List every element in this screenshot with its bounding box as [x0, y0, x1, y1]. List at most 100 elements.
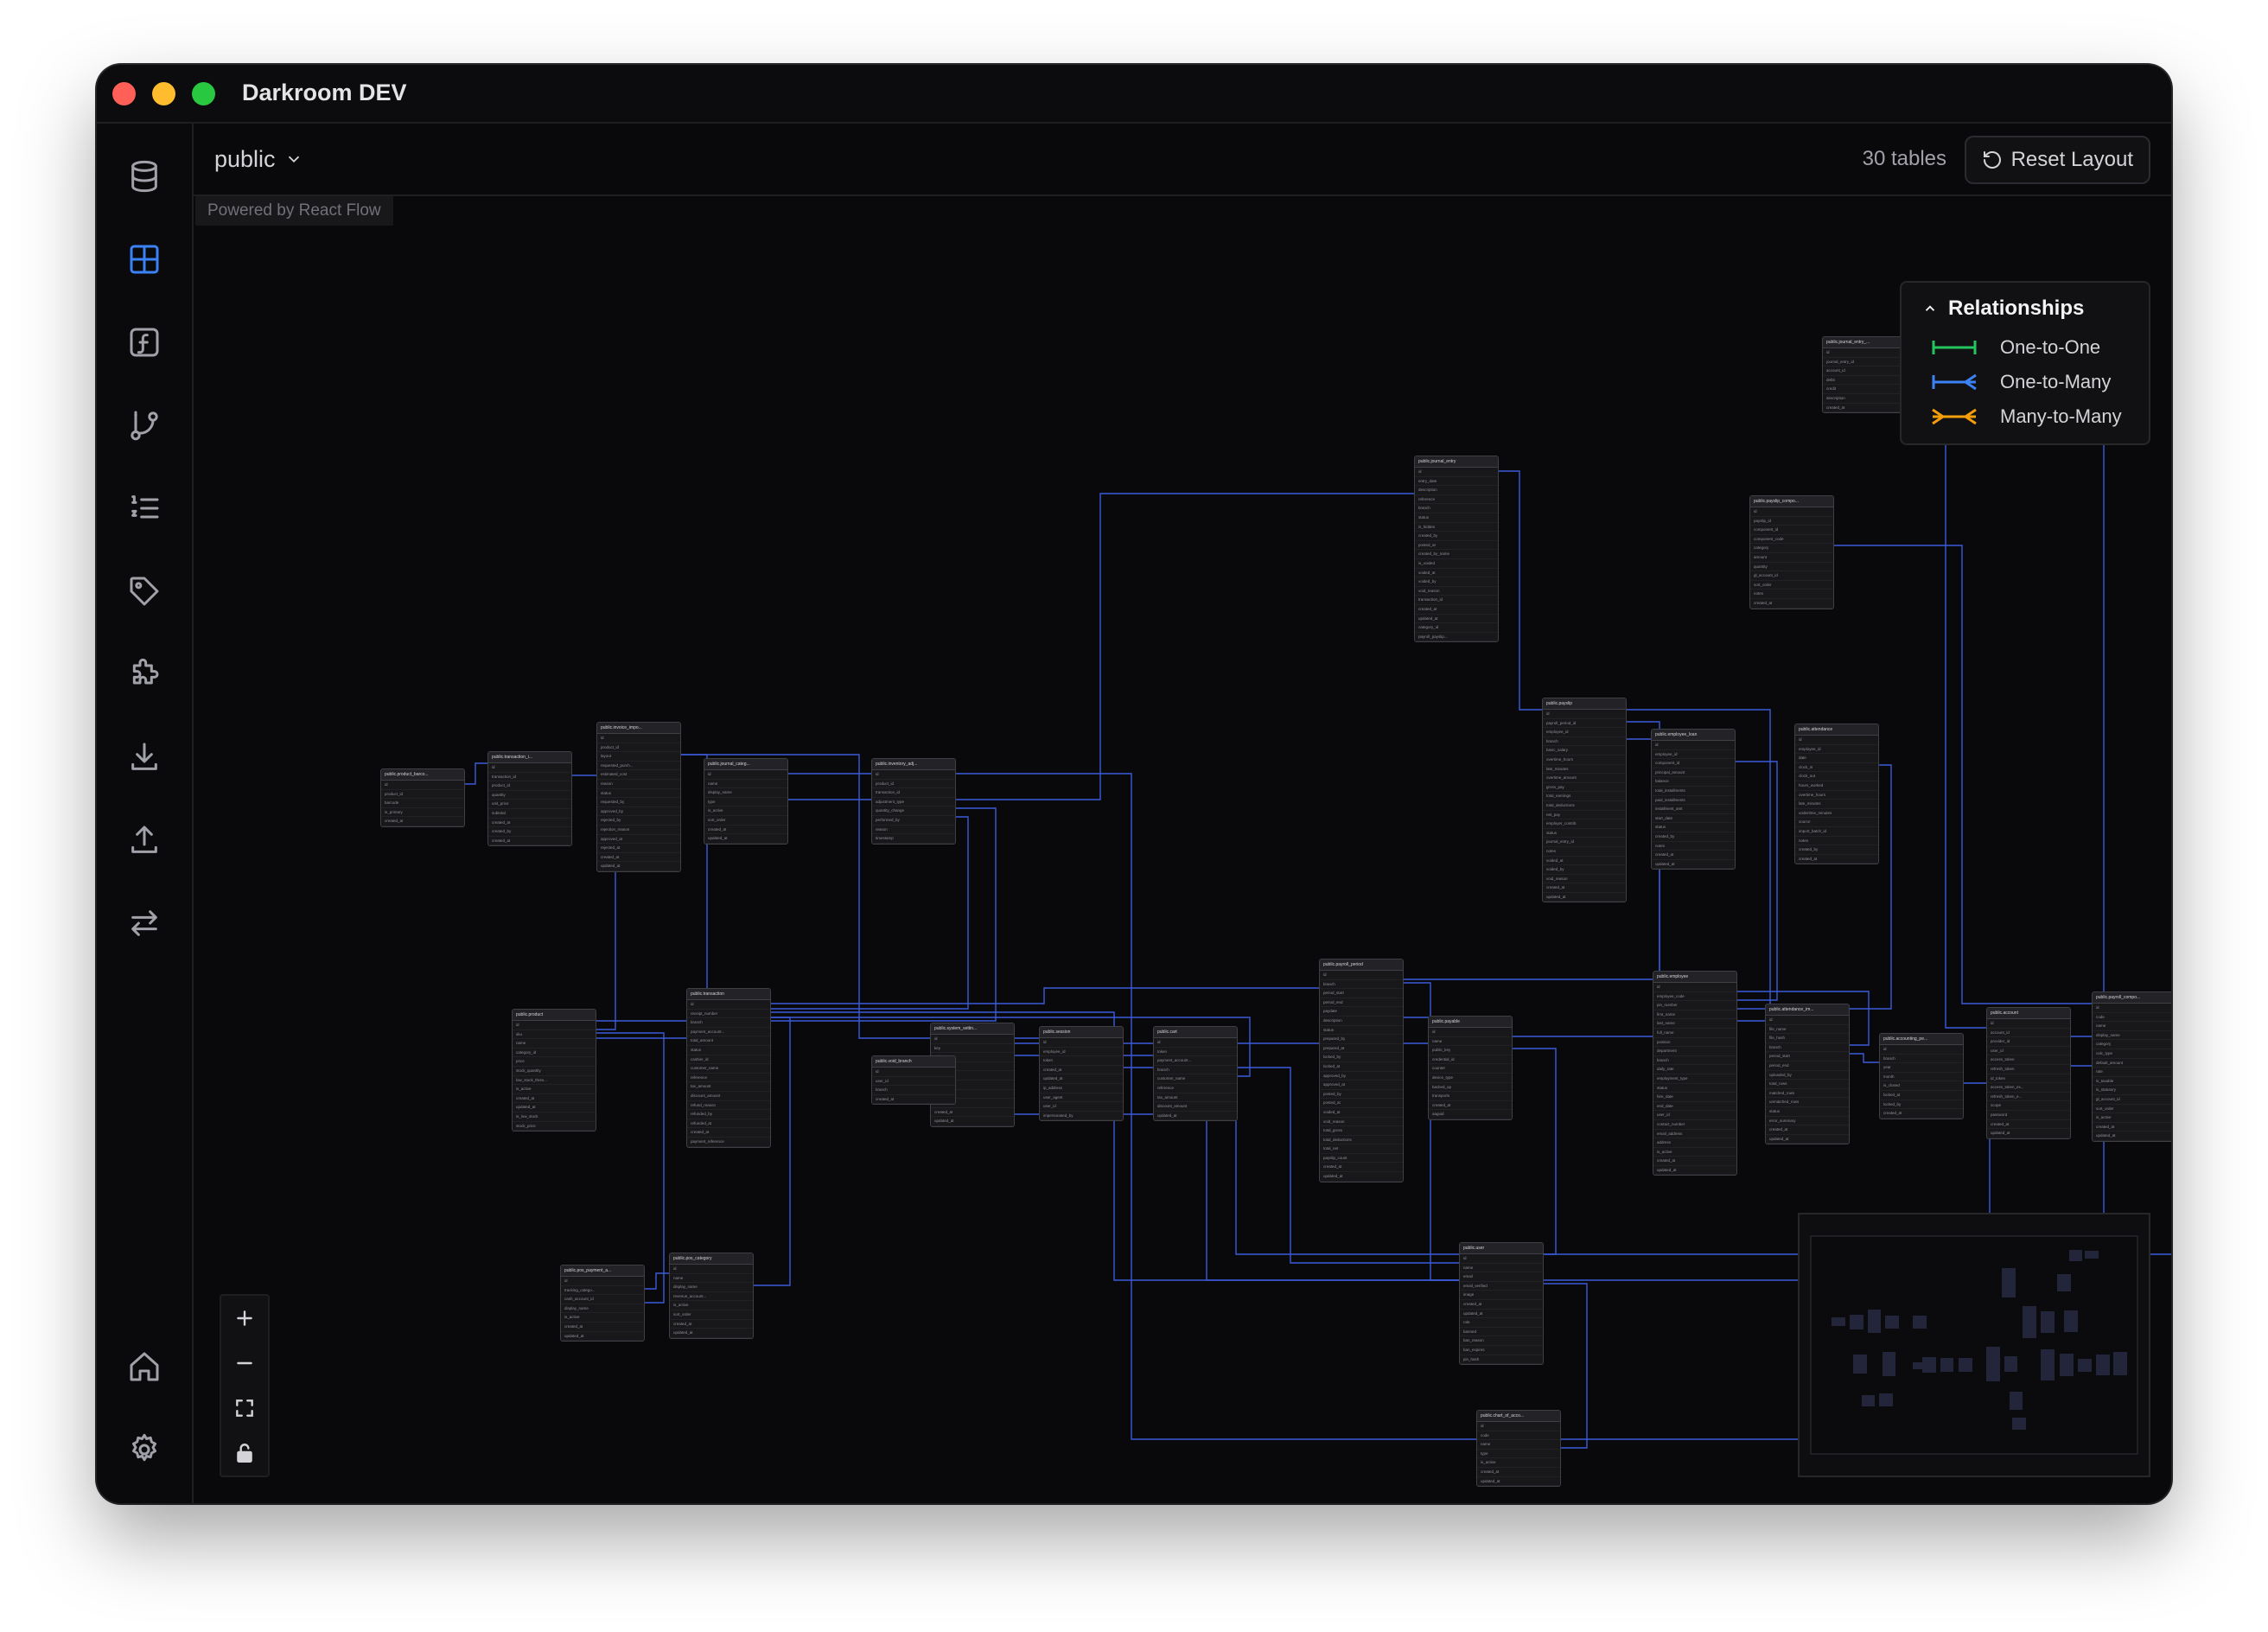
sidebar-item-schema[interactable]	[120, 235, 169, 284]
table-name: public.transaction_i...	[488, 752, 571, 763]
column-row: voided_at	[1320, 1108, 1403, 1118]
table-node[interactable]: public.product id sku name category_id price s…	[512, 1009, 596, 1132]
column-row: id	[872, 770, 955, 780]
table-node[interactable]: public.journal_entry id entry_date descript…	[1414, 456, 1499, 643]
table-node[interactable]: public.transaction id receipt_number branch…	[686, 988, 771, 1148]
column-row: gross_pay	[1543, 783, 1626, 793]
table-node[interactable]: public.journal_categ... id name display_nam…	[704, 758, 788, 845]
upload-icon	[131, 826, 157, 853]
column-row: id	[1320, 971, 1403, 980]
table-node[interactable]: public.payable id name public_key credential…	[1428, 1016, 1513, 1120]
column-row: locked_at	[1320, 1062, 1403, 1072]
minimap-viewport[interactable]	[1810, 1235, 2138, 1455]
column-row: file_hash	[1766, 1034, 1849, 1043]
minimap-node	[1959, 1357, 1973, 1373]
column-row: branch	[1880, 1055, 1963, 1064]
minimize-window-button[interactable]	[152, 82, 175, 105]
column-row: name	[704, 780, 787, 789]
column-row: position	[1653, 1038, 1736, 1048]
column-row: gl_account_id	[2093, 1095, 2171, 1105]
zoom-in-button[interactable]	[221, 1296, 268, 1341]
sidebar-item-relations[interactable]	[120, 401, 169, 449]
lock-button[interactable]	[221, 1431, 268, 1476]
zoom-out-button[interactable]	[221, 1341, 268, 1386]
column-row: refund_reason	[687, 1101, 770, 1111]
sidebar-item-list[interactable]	[120, 484, 169, 532]
column-row: reason	[597, 780, 680, 789]
table-node[interactable]: public.employee_loan id employee_id compone…	[1651, 729, 1736, 870]
table-node[interactable]: public.void_branch id user_id branch created…	[871, 1055, 956, 1106]
column-row: status	[1320, 1026, 1403, 1036]
fit-view-button[interactable]	[221, 1386, 268, 1431]
table-node[interactable]: public.cart id token payment_account... bran…	[1153, 1026, 1238, 1122]
column-row: locked_by	[1880, 1100, 1963, 1110]
sidebar-item-tags[interactable]	[120, 567, 169, 615]
legend-toggle[interactable]: Relationships	[1922, 296, 2084, 321]
table-node[interactable]: public.payslip id payroll_period_id employe…	[1542, 698, 1627, 903]
table-node[interactable]: public.accounting_pe... id branch year month…	[1879, 1033, 1964, 1119]
column-row: updated_at	[1040, 1074, 1123, 1084]
sidebar-item-home[interactable]	[120, 1342, 169, 1391]
column-row: key	[931, 1044, 1014, 1054]
table-node[interactable]: public.pos_payment_a... id tracking_catego…	[560, 1265, 645, 1342]
sidebar-item-database[interactable]	[120, 152, 169, 201]
app-title: Darkroom DEV	[242, 80, 407, 105]
table-node[interactable]: public.account id account_id provider_id use…	[1986, 1007, 2071, 1139]
column-row: branch	[1415, 504, 1498, 513]
column-row: employee_id	[1543, 728, 1626, 737]
table-name: public.accounting_pe...	[1880, 1034, 1963, 1045]
sidebar	[97, 124, 194, 1503]
table-node[interactable]: public.transaction_i... id transaction_id p…	[487, 751, 572, 847]
table-node[interactable]: public.journal_entry_... id journal_entry_…	[1822, 336, 1907, 414]
table-node[interactable]: public.payroll_compo... id code name display…	[2092, 991, 2171, 1142]
sidebar-item-extensions[interactable]	[120, 650, 169, 698]
column-row: requested_purch...	[597, 762, 680, 771]
column-row: token	[1154, 1048, 1237, 1057]
table-node[interactable]: public.product_barco... id product_id barco…	[380, 768, 465, 827]
maximize-window-button[interactable]	[192, 82, 215, 105]
table-node[interactable]: public.attendance_im... id file_name file_h…	[1765, 1004, 1850, 1145]
column-row: estimated_cost	[597, 770, 680, 780]
sidebar-item-import[interactable]	[120, 733, 169, 781]
table-node[interactable]: public.payslip_compo... id payslip_id compo…	[1749, 495, 1834, 609]
table-node[interactable]: public.employee id employee_code pin_number…	[1653, 971, 1737, 1176]
column-row: first_name	[1653, 1010, 1736, 1020]
schema-canvas[interactable]: public 30 tables Reset Layout Powered by…	[194, 124, 2171, 1503]
column-row: reference	[687, 1074, 770, 1083]
minimap-node	[2085, 1251, 2099, 1259]
column-row: type	[704, 798, 787, 807]
table-name: public.account	[1987, 1008, 2070, 1019]
column-row: undertime_minutes	[1795, 809, 1878, 819]
legend-item-many-to-many: Many-to-Many	[1931, 404, 2122, 430]
table-node[interactable]: public.inventory_adj... id product_id trans…	[871, 758, 956, 845]
column-row: updated_at	[1477, 1477, 1560, 1487]
table-node[interactable]: public.payroll_period id branch period_star…	[1319, 959, 1404, 1183]
table-node[interactable]: public.invoice_impo... id product_id layout…	[596, 722, 681, 872]
column-row: employee_id	[1652, 750, 1735, 760]
minimap-node	[2068, 1249, 2083, 1262]
table-node[interactable]: public.session id employee_id token created_…	[1039, 1026, 1124, 1122]
column-row: created_at	[1653, 1157, 1736, 1166]
column-row: payroll_payslip...	[1415, 633, 1498, 642]
column-row: approved_by	[597, 807, 680, 817]
column-row: is_active	[513, 1085, 596, 1094]
table-node[interactable]: public.user id name email email_verified imag…	[1459, 1242, 1544, 1366]
sidebar-item-export[interactable]	[120, 816, 169, 864]
close-window-button[interactable]	[112, 82, 136, 105]
column-row: created_at	[931, 1108, 1014, 1118]
column-row: notes	[1750, 590, 1833, 599]
sidebar-item-migrate[interactable]	[120, 899, 169, 947]
table-node[interactable]: public.chart_of_acco... id code name type is_…	[1476, 1410, 1561, 1488]
table-node[interactable]: public.attendance id employee_id date clock_…	[1794, 724, 1879, 865]
sidebar-item-settings[interactable]	[120, 1425, 169, 1474]
table-node[interactable]: public.pos_category id name display_name rev…	[669, 1253, 754, 1339]
sidebar-item-functions[interactable]	[120, 318, 169, 367]
minimap-node	[2023, 1306, 2037, 1338]
relationship-edge	[1905, 394, 1986, 1029]
minimap[interactable]	[1798, 1213, 2150, 1477]
column-row: branch	[1320, 980, 1403, 990]
column-row: rejected_by	[597, 816, 680, 826]
column-row: created_by	[488, 827, 571, 837]
column-row: discount_amount	[687, 1092, 770, 1101]
table-name: public.session	[1040, 1027, 1123, 1038]
